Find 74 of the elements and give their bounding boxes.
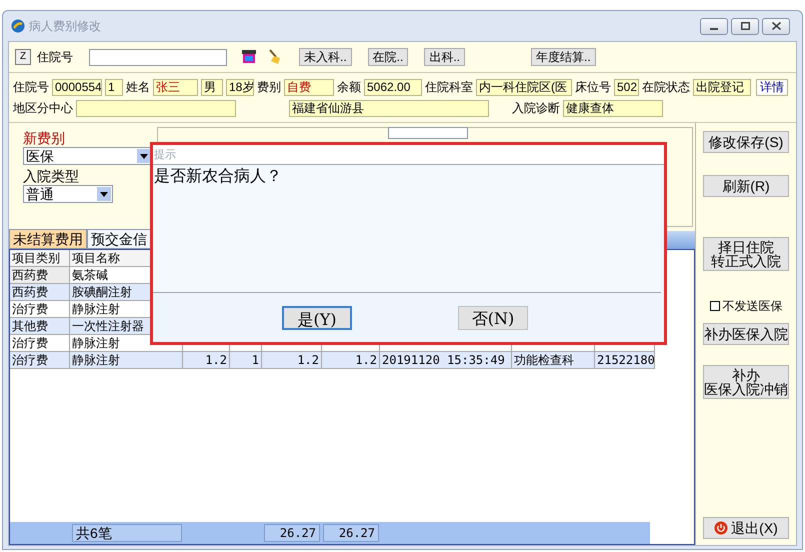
- field-label: 住院科室: [425, 79, 473, 96]
- exit-button[interactable]: 退出(X): [703, 517, 789, 539]
- info-field: 502: [614, 78, 639, 96]
- send-insurance-checkbox[interactable]: 不发送医保: [710, 297, 782, 315]
- table-cell: 其他费: [10, 318, 70, 335]
- field-label: 住院号: [13, 79, 49, 96]
- info-field: 内一科住院区(医: [476, 78, 572, 96]
- table-cell: 治疗费: [10, 335, 70, 352]
- table-cell: 治疗费: [10, 352, 70, 369]
- table-cell: 1.2: [322, 352, 380, 369]
- dialog-button[interactable]: 是(Y): [282, 306, 352, 330]
- toolbar-button[interactable]: 未入科..: [299, 48, 352, 66]
- fee-type-dropdown[interactable]: 医保: [23, 147, 153, 165]
- toolbar-button[interactable]: 出科..: [424, 48, 466, 66]
- field-label: 费别: [257, 79, 281, 96]
- hospital-number-field[interactable]: [89, 48, 227, 66]
- side-button[interactable]: 修改保存(S): [703, 131, 789, 153]
- table-cell: 1.2: [262, 352, 322, 369]
- new-fee-label: 新费别: [23, 129, 66, 147]
- info-field: 张三: [153, 78, 198, 96]
- info-field: 出院登记: [693, 78, 751, 96]
- info-field: 18岁: [226, 78, 254, 96]
- info-field: 健康查体: [563, 100, 663, 116]
- total-amount: 26.27: [264, 524, 320, 542]
- info-field: 0000554: [52, 78, 102, 96]
- field-label: 地区分中心: [13, 100, 73, 117]
- table-cell: 西药费: [10, 284, 70, 301]
- table-cell: 1.2: [183, 352, 230, 369]
- dialog-message: 是否新农合病人？: [153, 165, 283, 187]
- field-label: 入院诊断: [512, 100, 560, 117]
- field-label: 床位号: [575, 79, 611, 96]
- table-cell: 1: [230, 352, 262, 369]
- power-icon: [714, 521, 728, 535]
- table-cell: 功能检查科: [512, 352, 595, 369]
- record-count: 共6笔: [72, 524, 182, 542]
- dialog-button[interactable]: 否(N): [458, 306, 528, 330]
- side-button[interactable]: 补办 医保入院冲销: [703, 365, 789, 399]
- info-field: 5062.00: [364, 78, 422, 96]
- field-label: 姓名: [126, 79, 150, 96]
- field-label: 余额: [337, 79, 361, 96]
- total-amount: 26.27: [323, 524, 379, 542]
- maximize-icon: [740, 22, 750, 30]
- minimize-button[interactable]: [700, 18, 728, 34]
- close-icon: [772, 22, 780, 30]
- minimize-icon: [710, 28, 718, 30]
- transfer-type-field[interactable]: [388, 127, 468, 139]
- app-logo-icon: [11, 19, 25, 33]
- tab[interactable]: 未结算费用: [9, 229, 87, 249]
- side-button[interactable]: 刷新(R): [703, 175, 789, 197]
- side-button[interactable]: 择日住院 转正式入院: [703, 237, 789, 271]
- field-label: 在院状态: [642, 79, 690, 96]
- maximize-button[interactable]: [731, 18, 759, 34]
- z-key-button[interactable]: Z: [15, 49, 31, 65]
- admission-type-label: 入院类型: [23, 167, 80, 185]
- info-field: 1: [105, 78, 123, 96]
- toolbar-button[interactable]: 在院..: [368, 48, 408, 66]
- info-field: 自费: [284, 78, 334, 96]
- admission-type-dropdown[interactable]: 普通: [23, 185, 113, 203]
- side-button[interactable]: 补办医保入院: [703, 323, 789, 345]
- window-title: 病人费别修改: [29, 18, 101, 35]
- table-cell: 20191120 15:35:49: [380, 352, 512, 369]
- info-field: 男: [201, 78, 223, 96]
- close-button[interactable]: [762, 18, 790, 34]
- table-cell: 西药费: [10, 267, 70, 284]
- hospital-number-label: 住院号: [37, 49, 73, 66]
- toolbar-button[interactable]: 年度结算..: [531, 48, 596, 66]
- table-cell: 治疗费: [10, 301, 70, 318]
- dialog-title: 提示: [153, 145, 664, 165]
- table-cell: 21522180: [595, 352, 655, 369]
- details-link[interactable]: 详情: [756, 78, 788, 96]
- tab[interactable]: 预交金信: [87, 229, 151, 249]
- column-header: 项目类别: [10, 250, 70, 267]
- info-field: 福建省仙游县: [289, 100, 489, 116]
- table-cell: 静脉注射: [70, 352, 183, 369]
